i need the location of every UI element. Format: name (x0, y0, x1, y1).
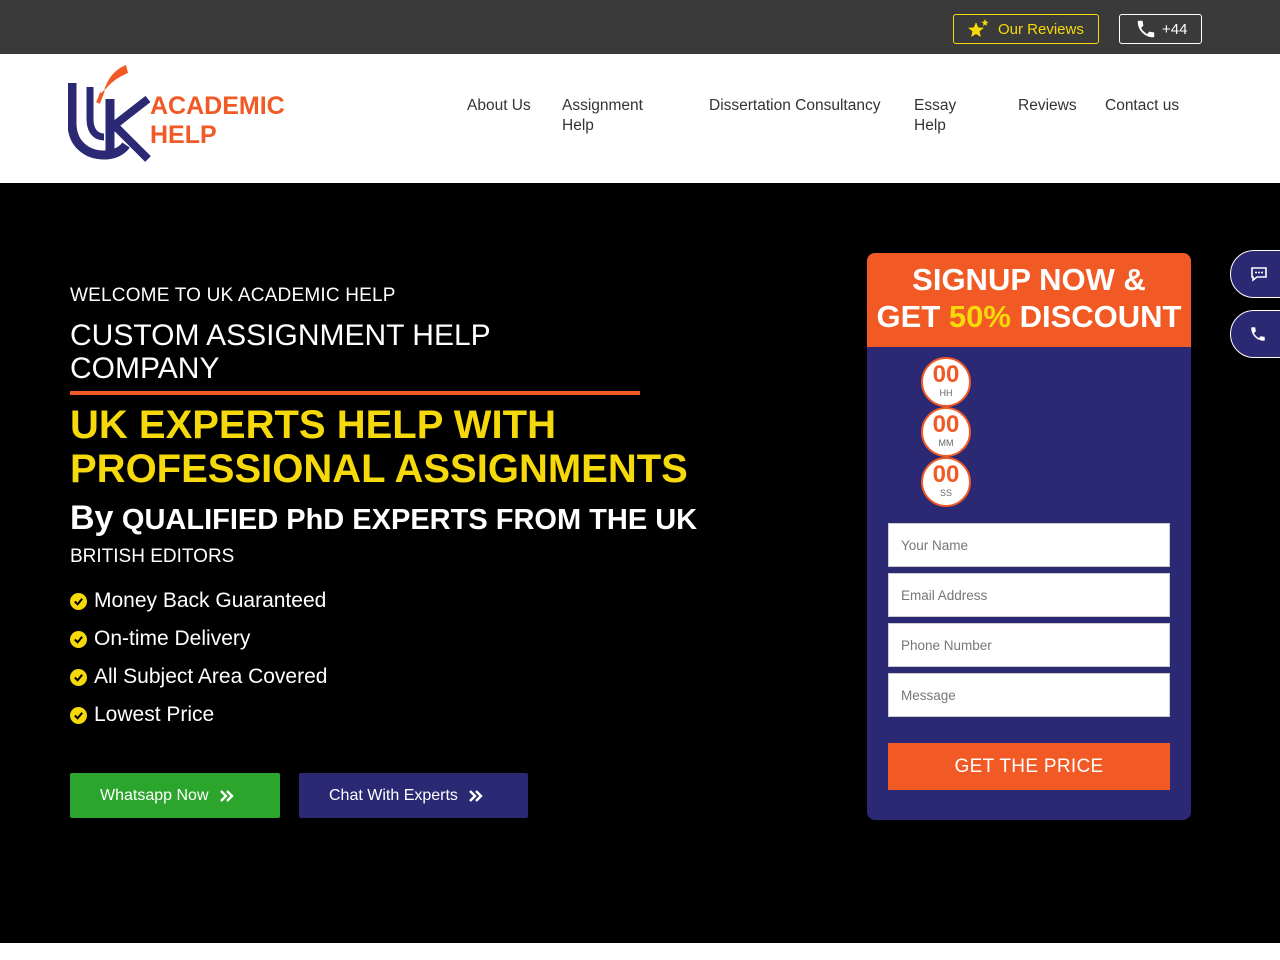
timer-value: 00 (932, 461, 960, 488)
nav-reviews[interactable]: Reviews (1018, 96, 1088, 116)
phone-label: +44 (1162, 20, 1188, 38)
title-get: GET (876, 299, 941, 334)
signup-form: SIGNUP NOW & GET 50% DISCOUNT 00 HH 00 M… (867, 253, 1191, 820)
hero-byline: By QUALIFIED PhD EXPERTS FROM THE UK (70, 499, 697, 538)
timer-label: MM (938, 438, 954, 448)
nav-contact-us[interactable]: Contact us (1105, 96, 1195, 116)
chat-with-experts-button[interactable]: Chat With Experts (299, 773, 528, 818)
uk-academic-help-logo[interactable]: ACADEMIC HELP (67, 63, 308, 163)
timer-value: 00 (932, 411, 960, 438)
nav-essay-help[interactable]: Essay Help (914, 96, 974, 136)
your-name-input[interactable] (888, 523, 1170, 567)
svg-text:ACADEMIC: ACADEMIC (150, 92, 285, 120)
hero-headline: UK EXPERTS HELP WITH PROFESSIONAL ASSIGN… (70, 403, 688, 491)
double-chevron-right-icon (469, 789, 483, 802)
star-icon (966, 19, 989, 39)
whatsapp-now-button[interactable]: Whatsapp Now (70, 773, 280, 818)
feature-item: On-time Delivery (70, 627, 250, 651)
chat-with-experts-label: Chat With Experts (329, 786, 458, 804)
title-discount: DISCOUNT (1019, 299, 1182, 334)
hero-heading: CUSTOM ASSIGNMENT HELP COMPANY (70, 319, 491, 385)
feature-item: All Subject Area Covered (70, 665, 327, 689)
feature-label: All Subject Area Covered (94, 665, 328, 688)
timer-label: HH (939, 388, 953, 398)
phone-icon (1251, 327, 1265, 341)
email-address-input[interactable] (888, 573, 1170, 617)
byline-by: By (70, 499, 114, 537)
check-circle-icon (70, 706, 87, 724)
timer-hours: 00 HH (921, 357, 971, 407)
nav-dissertation-consultancy[interactable]: Dissertation Consultancy (709, 96, 899, 116)
feature-item: Money Back Guaranteed (70, 589, 326, 613)
timer-seconds: 00 SS (921, 457, 971, 507)
floating-chat-button[interactable] (1230, 250, 1280, 298)
phone-icon (1137, 20, 1155, 38)
our-reviews-label: Our Reviews (998, 20, 1084, 38)
timer-value: 00 (932, 361, 960, 388)
nav-assignment-help[interactable]: Assignment Help (562, 96, 662, 136)
timer-minutes: 00 MM (921, 407, 971, 457)
top-bar: Our Reviews +44 (0, 0, 1280, 54)
feature-label: Lowest Price (94, 703, 215, 726)
check-circle-icon (70, 592, 87, 610)
check-circle-icon (70, 630, 87, 648)
phone-button[interactable]: +44 (1119, 14, 1202, 44)
hero-subline: BRITISH EDITORS (70, 546, 235, 567)
feature-label: Money Back Guaranteed (94, 589, 327, 612)
title-line-2: GET 50% DISCOUNT (867, 298, 1191, 335)
welcome-text: WELCOME TO UK ACADEMIC HELP (70, 285, 396, 306)
message-input[interactable] (888, 673, 1170, 717)
get-the-price-button[interactable]: GET THE PRICE (888, 743, 1170, 790)
floating-phone-button[interactable] (1230, 310, 1280, 358)
svg-text:HELP: HELP (150, 121, 217, 149)
timer-label: SS (939, 488, 952, 498)
feature-label: On-time Delivery (94, 627, 251, 650)
our-reviews-button[interactable]: Our Reviews (953, 14, 1099, 44)
logo-mark-icon: ACADEMIC HELP (67, 65, 285, 162)
chat-icon (1251, 267, 1267, 282)
site-header: ACADEMIC HELP About Us Assignment Help D… (0, 54, 1280, 183)
whatsapp-now-label: Whatsapp Now (100, 786, 209, 804)
phone-number-input[interactable] (888, 623, 1170, 667)
hero-divider (70, 391, 640, 395)
check-circle-icon (70, 668, 87, 686)
byline-text: QUALIFIED PhD EXPERTS FROM THE UK (121, 504, 698, 536)
signup-form-title: SIGNUP NOW & GET 50% DISCOUNT (867, 253, 1191, 347)
hero-section: WELCOME TO UK ACADEMIC HELP CUSTOM ASSIG… (0, 183, 1280, 943)
double-chevron-right-icon (219, 789, 234, 802)
feature-item: Lowest Price (70, 703, 214, 727)
title-line-1: SIGNUP NOW & (912, 262, 1146, 297)
nav-about-us[interactable]: About Us (467, 96, 547, 116)
title-percent: 50% (948, 299, 1011, 334)
